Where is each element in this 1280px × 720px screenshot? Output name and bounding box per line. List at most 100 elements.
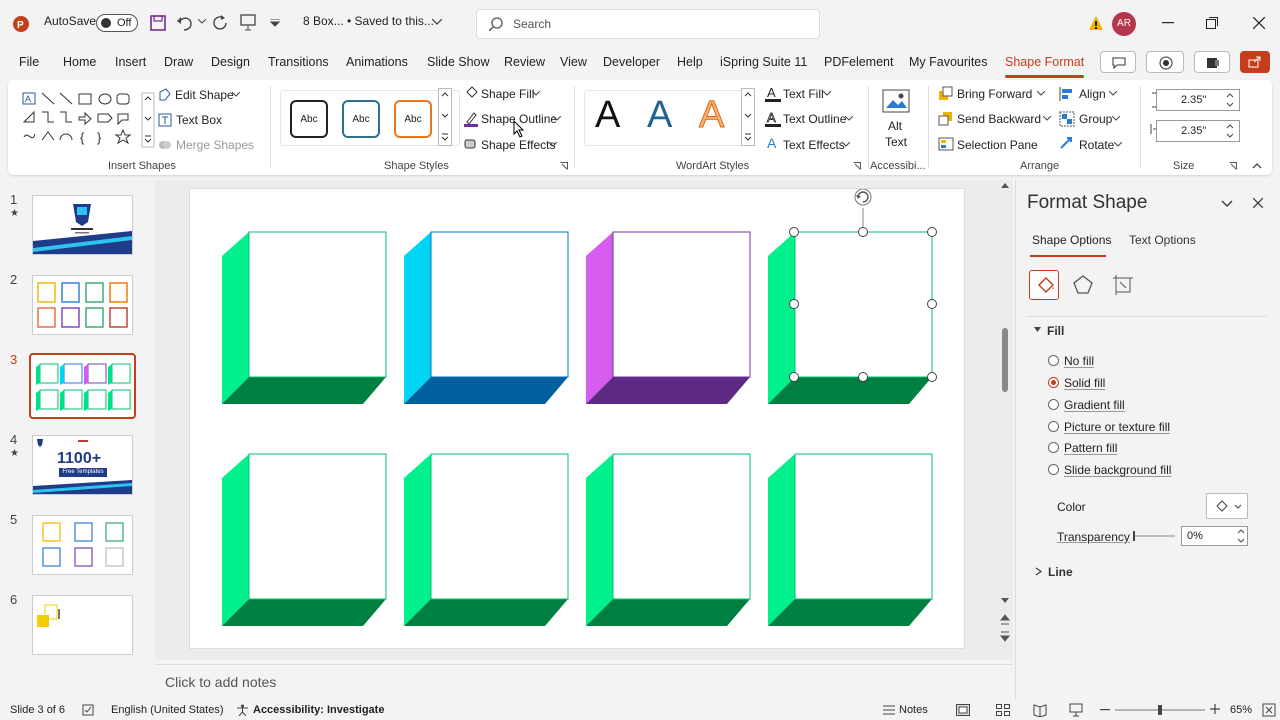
slide-sorter-icon[interactable] — [996, 704, 1010, 716]
radio-label-pattern-fill[interactable]: Pattern fill — [1064, 441, 1117, 455]
customize-toolbar-icon[interactable] — [270, 19, 280, 27]
gallery-scroll[interactable] — [438, 88, 452, 146]
dialog-launcher-icon[interactable] — [853, 162, 861, 170]
accessibility-icon[interactable] — [236, 704, 249, 716]
chevron-down-icon[interactable] — [1221, 200, 1233, 208]
rotate-button[interactable]: Rotate — [1079, 138, 1114, 152]
autosave-toggle[interactable]: Off — [96, 14, 138, 32]
selection-pane-button[interactable]: Selection Pane — [957, 138, 1038, 152]
powerpoint-icon[interactable]: P — [12, 15, 30, 33]
alt-text-button-line2[interactable]: Text — [885, 135, 907, 149]
tab-shape-format[interactable]: Shape Format — [1005, 55, 1085, 78]
zoom-level[interactable]: 65% — [1230, 704, 1252, 716]
language-indicator[interactable]: English (United States) — [111, 704, 224, 716]
text-outline-button[interactable]: Text Outline — [783, 112, 846, 126]
notes-area[interactable]: Click to add notes — [155, 664, 1013, 698]
notes-button[interactable]: Notes — [899, 704, 928, 716]
pentagon-effects-icon[interactable] — [1072, 274, 1094, 296]
slide-thumbnail-5[interactable] — [32, 515, 133, 575]
slide-thumbnail-4[interactable]: 1100+ Free Templates — [32, 435, 133, 495]
dialog-launcher-icon[interactable] — [560, 162, 568, 170]
spinner-icon[interactable] — [1226, 92, 1234, 108]
wordart-style-orange[interactable]: A — [698, 94, 724, 137]
slide-thumbnail-3[interactable] — [29, 353, 136, 419]
zoom-in-icon[interactable] — [1210, 704, 1220, 714]
shapes-gallery[interactable]: A {} — [22, 92, 156, 148]
radio-gradient-fill[interactable] — [1048, 399, 1059, 410]
spinner-icon[interactable] — [1237, 529, 1245, 543]
fit-to-window-icon[interactable] — [1262, 703, 1276, 717]
alt-text-button-line1[interactable]: Alt — [888, 119, 902, 133]
share-button[interactable] — [1240, 51, 1270, 73]
search-box[interactable]: Search — [476, 9, 820, 39]
avatar[interactable]: AR — [1112, 12, 1136, 36]
chevron-down-icon[interactable] — [198, 19, 206, 25]
text-box-button[interactable]: Text Box — [176, 113, 222, 127]
tab-animations[interactable]: Animations — [346, 55, 408, 69]
dialog-launcher-icon[interactable] — [1229, 162, 1237, 170]
radio-label-solid-fill[interactable]: Solid fill — [1064, 376, 1105, 390]
shape-effects-button[interactable]: Shape Effects — [481, 138, 556, 152]
merge-shapes-button[interactable]: Merge Shapes — [176, 138, 254, 152]
slide-thumbnail-1[interactable] — [32, 195, 133, 255]
normal-view-icon[interactable] — [956, 704, 970, 716]
close-icon[interactable] — [1253, 198, 1263, 208]
text-fill-button[interactable]: Text Fill — [783, 87, 824, 101]
record-button[interactable] — [1146, 51, 1184, 73]
shape-fill-button[interactable]: Shape Fill — [481, 87, 534, 101]
fill-line-tab[interactable] — [1029, 270, 1059, 300]
search-input[interactable]: Search — [513, 17, 551, 31]
shape-style-orange[interactable]: Abc — [394, 100, 432, 138]
tab-my-favourites[interactable]: My Favourites — [909, 55, 988, 69]
tab-view[interactable]: View — [560, 55, 587, 69]
undo-icon[interactable] — [176, 15, 194, 31]
shape-style-blue[interactable]: Abc — [342, 100, 380, 138]
tab-design[interactable]: Design — [211, 55, 250, 69]
tab-transitions[interactable]: Transitions — [268, 55, 329, 69]
shape-style-black[interactable]: Abc — [290, 100, 328, 138]
save-icon[interactable] — [150, 15, 166, 31]
present-icon[interactable] — [240, 14, 256, 32]
chevron-down-icon[interactable] — [1033, 326, 1042, 334]
line-section-header[interactable]: Line — [1048, 565, 1073, 579]
fill-section-header[interactable]: Fill — [1047, 324, 1064, 338]
radio-label-gradient-fill[interactable]: Gradient fill — [1064, 398, 1125, 412]
radio-label-slide-background-fill[interactable]: Slide background fill — [1064, 463, 1171, 477]
radio-solid-fill[interactable] — [1048, 377, 1059, 388]
send-backward-button[interactable]: Send Backward — [957, 112, 1041, 126]
text-effects-button[interactable]: Text Effects — [783, 138, 845, 152]
slide-thumbnail-6[interactable] — [32, 595, 133, 655]
chevron-down-icon[interactable] — [432, 19, 442, 26]
gallery-scroll[interactable] — [741, 88, 755, 146]
document-title[interactable]: 8 Box... • Saved to this... — [303, 14, 434, 28]
wordart-style-black[interactable]: A — [595, 94, 620, 137]
transparency-slider[interactable] — [1131, 530, 1175, 542]
align-button[interactable]: Align — [1079, 87, 1106, 101]
tab-help[interactable]: Help — [677, 55, 703, 69]
radio-label-picture-fill[interactable]: Picture or texture fill — [1064, 420, 1170, 434]
zoom-out-icon[interactable] — [1100, 709, 1110, 711]
radio-pattern-fill[interactable] — [1048, 442, 1059, 453]
tab-review[interactable]: Review — [504, 55, 545, 69]
tab-text-options[interactable]: Text Options — [1129, 233, 1196, 247]
tab-slide-show[interactable]: Slide Show — [427, 55, 490, 69]
tab-ispring[interactable]: iSpring Suite 11 — [720, 55, 807, 69]
comments-button[interactable] — [1100, 51, 1136, 73]
edit-shape-button[interactable]: Edit Shape — [175, 88, 234, 102]
radio-slide-background-fill[interactable] — [1048, 464, 1059, 475]
bring-forward-button[interactable]: Bring Forward — [957, 87, 1032, 101]
slide-show-icon[interactable] — [1069, 703, 1083, 717]
zoom-slider[interactable] — [1115, 703, 1205, 717]
tab-pdfelement[interactable]: PDFelement — [824, 55, 893, 69]
warning-icon[interactable] — [1088, 15, 1104, 31]
reading-view-icon[interactable] — [1033, 703, 1047, 717]
restore-icon[interactable] — [1206, 17, 1218, 29]
slide-canvas[interactable] — [189, 188, 965, 649]
tab-insert[interactable]: Insert — [115, 55, 146, 69]
alt-text-icon[interactable] — [881, 88, 911, 116]
redo-icon[interactable] — [213, 15, 229, 31]
tab-draw[interactable]: Draw — [164, 55, 193, 69]
color-picker-button[interactable] — [1206, 493, 1248, 519]
minimize-icon[interactable] — [1162, 22, 1174, 24]
spinner-icon[interactable] — [1226, 123, 1234, 139]
